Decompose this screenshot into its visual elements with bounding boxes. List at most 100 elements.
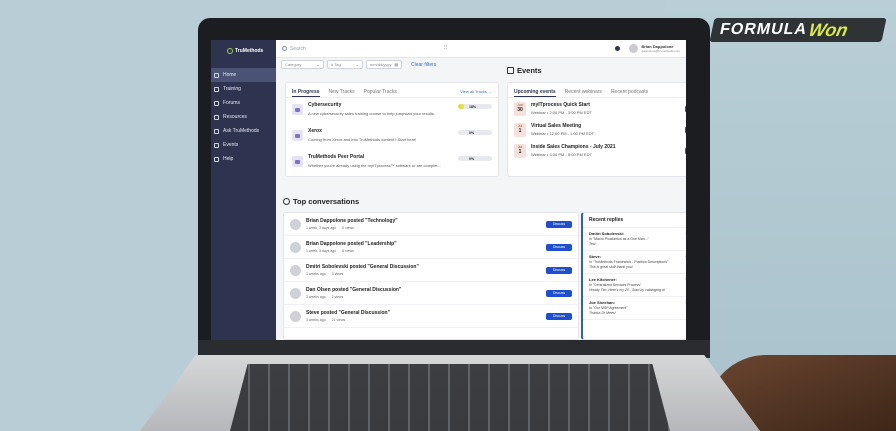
tag-select[interactable]: # Tag ⌄ [327, 60, 363, 69]
filter-toggle-icon[interactable]: ⫶⫶ [444, 45, 447, 52]
event-name: myITprocess Quick Start [531, 102, 590, 108]
list-item[interactable]: Brian Dappolone posted "Technology" 1 we… [284, 213, 578, 236]
conversation-views: 21 views [331, 318, 346, 322]
list-item[interactable]: Brian Dappolone posted "Leadership" 1 we… [284, 236, 578, 259]
discuss-button[interactable]: Discuss [546, 220, 572, 228]
track-item[interactable]: Cybersecurity A new cybersecurity sales t… [286, 102, 498, 124]
list-item[interactable]: Steve posted "General Discussion" 3 week… [284, 305, 578, 328]
conversation-title[interactable]: Brian Dappolone posted "Leadership" [306, 241, 541, 247]
track-icon [292, 156, 303, 167]
sidebar-item-label: Forums [223, 100, 240, 106]
track-progress-bar: 0% [458, 156, 492, 161]
conversation-time: 3 weeks ago [306, 295, 326, 299]
register-button[interactable] [685, 147, 686, 154]
tab-upcoming-events[interactable]: Upcoming events [514, 89, 556, 97]
home-icon [214, 72, 219, 78]
reply-item[interactable]: Lee Kitchener: In "Centralized Services P… [583, 274, 686, 297]
tab-recent-webinars[interactable]: Recent webinars [565, 89, 602, 97]
reply-item[interactable]: Steve: In "TruMethods Framework - Positio… [583, 251, 686, 274]
track-item[interactable]: Xerox Coming from Xerox and into TruMetho… [286, 128, 498, 150]
reply-item[interactable]: Joe Sheehan: In "Our MSP Agreement" Thanks… [583, 297, 686, 320]
event-item[interactable]: Jun 30 myITprocess Quick Start Webinar • 2… [508, 98, 686, 119]
help-icon[interactable] [615, 46, 621, 51]
track-progress-label: 18% [469, 104, 477, 109]
search-icon [282, 46, 287, 51]
view-all-tracks-link[interactable]: View all Tracks → [460, 89, 492, 97]
top-bar: Search ⫶⫶ Brian Dappolone dappolone@trum… [276, 40, 686, 58]
date-input[interactable]: mm/dd/yyyy ▦ [366, 60, 402, 69]
category-select[interactable]: Category ⌄ [281, 60, 324, 69]
sidebar-item-help[interactable]: Help [211, 152, 276, 166]
user-menu[interactable]: Brian Dappolone dappolone@trumethods.com [615, 44, 680, 53]
clear-filters-link[interactable]: Clear filters [411, 62, 436, 68]
avatar [290, 310, 301, 322]
tag-label: # Tag [331, 62, 341, 67]
reply-thread[interactable]: In "Macro Picatomics as a One Man..." [589, 237, 685, 241]
event-meta: Webinar • 4:00 PM - 5:00 PM EDT [531, 152, 592, 157]
avatar [290, 218, 301, 230]
help-nav-icon [214, 156, 219, 162]
sidebar-item-ask[interactable]: Ask TruMethods [211, 124, 276, 138]
reply-thread[interactable]: In "TruMethods Framework - Position Desc… [589, 260, 685, 264]
conversation-title[interactable]: Brian Dappolone posted "Technology" [306, 218, 541, 224]
tab-recent-podcasts[interactable]: Recent podcasts [611, 89, 648, 97]
conversation-title[interactable]: Steve posted "General Discussion" [306, 310, 541, 316]
brand-logo[interactable]: TruMethods [211, 40, 276, 54]
event-item[interactable]: Jul 1 Inside Sales Champions - July 2021 W… [508, 140, 686, 161]
sidebar-item-events[interactable]: Events [211, 138, 276, 152]
forums-icon [214, 100, 219, 106]
list-item[interactable]: Dan Olsen posted "General Discussion" 3 … [284, 282, 578, 305]
tab-popular-tracks[interactable]: Popular Tracks [364, 89, 397, 97]
reply-author: Joe Sheehan: [589, 300, 616, 305]
reply-thread[interactable]: In "Our MSP Agreement" [589, 306, 685, 310]
sidebar-item-home[interactable]: Home [211, 68, 276, 82]
sidebar-item-training[interactable]: Training [211, 82, 276, 96]
event-month: Jun [517, 102, 523, 107]
resources-icon [214, 114, 219, 120]
track-item[interactable]: TruMethods Peer Portal Whether you're alr… [286, 154, 498, 176]
sidebar-item-resources[interactable]: Resources [211, 110, 276, 124]
category-label: Category [285, 62, 302, 67]
event-day: 1 [518, 127, 522, 134]
tab-in-progress[interactable]: In Progress [292, 89, 320, 97]
tab-new-tracks[interactable]: New Tracks [329, 89, 355, 97]
conversation-title[interactable]: Dmitri Sobolevski posted "General Discus… [306, 264, 541, 270]
reply-thread[interactable]: In "Centralized Services Process" [589, 283, 685, 287]
event-item[interactable]: Jul 1 Virtual Sales Meeting Webinar • 12:0… [508, 119, 686, 140]
conversation-time: 1 week, 3 days ago [306, 226, 337, 230]
reply-text: Thanks Dr Mees! [589, 311, 616, 315]
events-tabs: Upcoming events Recent webinars Recent p… [508, 83, 686, 98]
discuss-button[interactable]: Discuss [546, 289, 572, 297]
chevron-down-icon: ⌄ [355, 62, 359, 67]
logo-won: Won [806, 19, 850, 40]
search-bar[interactable]: Search [282, 44, 442, 54]
formulawon-logo: FORMULA Won [709, 18, 887, 42]
avatar [290, 264, 301, 276]
discuss-button[interactable]: Discuss [546, 312, 572, 320]
recent-replies-card: Recent replies Dmitri Sobolevski: In "Mac… [581, 212, 686, 340]
track-progress-label: 0% [469, 130, 475, 135]
reply-item[interactable]: Dmitri Sobolevski: In "Macro Picatomics a… [583, 228, 686, 251]
conversation-title[interactable]: Dan Olsen posted "General Discussion" [306, 287, 541, 293]
register-button[interactable] [685, 126, 686, 133]
conversations-title-text: Top conversations [293, 197, 360, 206]
event-date: Jul 1 [514, 143, 526, 158]
avatar[interactable] [629, 44, 639, 53]
sidebar-item-label: Training [223, 86, 241, 92]
event-day: 1 [518, 148, 522, 155]
date-placeholder: mm/dd/yyyy [370, 62, 392, 67]
sidebar-item-label: Home [223, 72, 237, 78]
track-progress-label: 0% [469, 156, 475, 161]
events-card: Upcoming events Recent webinars Recent p… [507, 82, 686, 177]
ask-icon [214, 128, 219, 134]
conversation-time: 3 weeks ago [306, 318, 326, 322]
discuss-button[interactable]: Discuss [546, 243, 572, 251]
search-input[interactable]: Search [290, 46, 306, 52]
sidebar-item-forums[interactable]: Forums [211, 96, 276, 110]
discuss-button[interactable]: Discuss [546, 266, 572, 274]
avatar [290, 241, 301, 253]
laptop-screen: TruMethods Home Training Forums Resource… [211, 40, 686, 340]
list-item[interactable]: Dmitri Sobolevski posted "General Discus… [284, 259, 578, 282]
register-button[interactable] [685, 105, 686, 112]
logo-formula: FORMULA [718, 21, 809, 38]
